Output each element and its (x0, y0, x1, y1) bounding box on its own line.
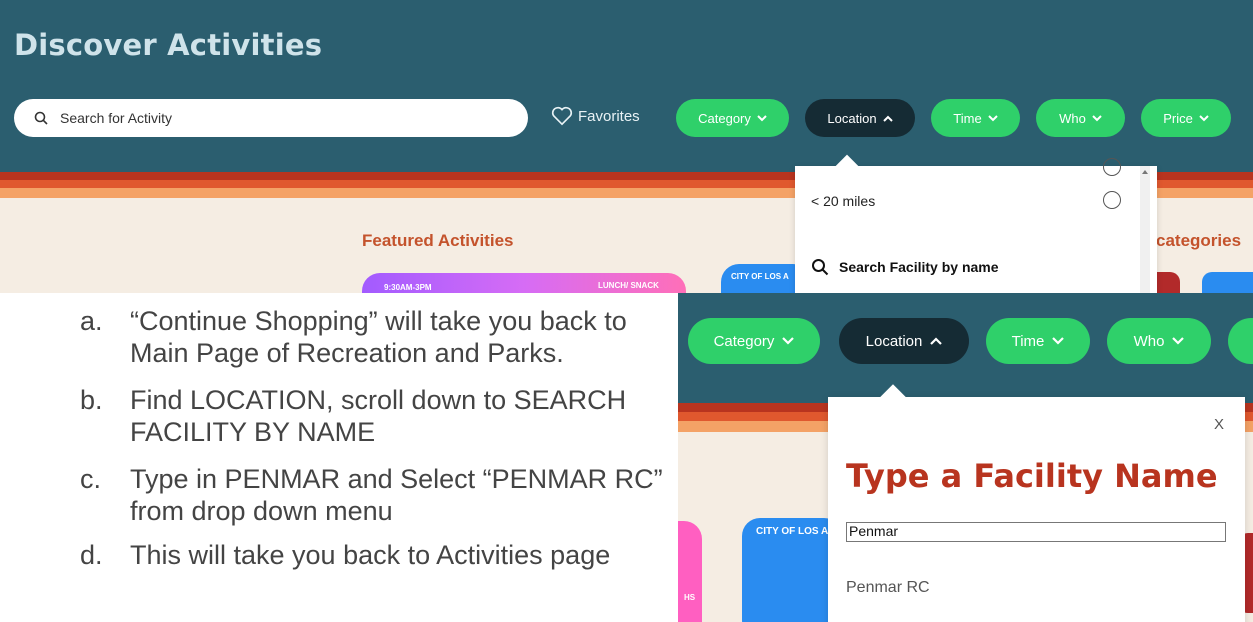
filter-price[interactable]: Price (1141, 99, 1231, 137)
bottom-screenshot: Category Location Time Who HS CITY OF LO… (678, 293, 1253, 622)
filter-category[interactable]: Category (676, 99, 789, 137)
step-letter: c. (80, 464, 102, 494)
step-text: “Continue Shopping” will take you back t… (130, 306, 627, 368)
card-label: CITY OF LOS A (731, 272, 789, 281)
facility-suggestion[interactable]: Penmar RC (846, 579, 930, 597)
chevron-down-icon (1199, 114, 1209, 121)
favorites-label: Favorites (578, 107, 640, 125)
instructions-panel: a. “Continue Shopping” will take you bac… (0, 293, 678, 622)
filter-who-label: Who (1133, 332, 1165, 350)
filter-who[interactable]: Who (1107, 318, 1211, 364)
filter-who[interactable]: Who (1036, 99, 1125, 137)
facility-name-input[interactable]: Penmar (846, 522, 1226, 542)
card-label: 9:30AM-3PM (384, 283, 432, 292)
search-placeholder: Search for Activity (60, 110, 173, 126)
filter-time[interactable]: Time (986, 318, 1090, 364)
filter-category[interactable]: Category (688, 318, 820, 364)
category-card[interactable] (1202, 272, 1253, 293)
filter-location-label: Location (865, 332, 923, 350)
chevron-down-icon (1172, 337, 1185, 345)
instruction-step: a. “Continue Shopping” will take you bac… (80, 305, 680, 369)
search-icon (34, 111, 48, 125)
chevron-up-icon (882, 115, 893, 122)
card-label: LUNCH/ SNACK (598, 281, 659, 290)
filter-time-label: Time (953, 110, 982, 126)
step-letter: b. (80, 385, 103, 415)
chevron-down-icon (1052, 337, 1065, 345)
facility-modal: X Type a Facility Name Penmar Penmar RC (828, 384, 1245, 622)
favorites-button[interactable]: Favorites (551, 106, 640, 126)
featured-card[interactable]: 9:30AM-3PM LUNCH/ SNACK (362, 273, 686, 293)
distance-option-label[interactable]: < 20 miles (811, 193, 875, 209)
page-title: Discover Activities (14, 28, 323, 62)
featured-card[interactable]: HS (678, 521, 702, 622)
card-label: HS (684, 593, 696, 602)
step-letter: a. (80, 306, 103, 336)
radio-button[interactable] (1103, 158, 1121, 176)
filter-time[interactable]: Time (931, 99, 1020, 137)
close-button[interactable]: X (1214, 416, 1224, 433)
chevron-down-icon (757, 114, 767, 121)
search-icon (812, 259, 829, 276)
step-letter: d. (80, 540, 103, 570)
chevron-down-icon (1092, 114, 1102, 121)
instruction-step: c. Type in PENMAR and Select “PENMAR RC”… (80, 463, 680, 527)
radio-button[interactable] (1103, 191, 1121, 209)
instruction-step: d. This will take you back to Activities… (80, 539, 680, 571)
filter-time-label: Time (1011, 332, 1045, 350)
filter-location-label: Location (827, 110, 877, 126)
filter-location[interactable]: Location (839, 318, 969, 364)
top-screenshot: Discover Activities Search for Activity … (0, 0, 1253, 293)
step-text: Type in PENMAR and Select “PENMAR RC” fr… (130, 464, 663, 526)
modal-title: Type a Facility Name (846, 457, 1218, 495)
filter-category-label: Category (698, 110, 751, 126)
featured-heading: Featured Activities (362, 231, 514, 250)
search-facility-option[interactable]: Search Facility by name (811, 258, 999, 276)
categories-heading: categories (1156, 231, 1242, 250)
instruction-step: b. Find LOCATION, scroll down to SEARCH … (80, 384, 680, 448)
search-input[interactable]: Search for Activity (14, 99, 528, 137)
scroll-up-icon (1142, 170, 1148, 174)
location-dropdown: < 20 miles Search Facility by name (795, 154, 1157, 293)
chevron-down-icon (987, 114, 998, 121)
step-text: This will take you back to Activities pa… (130, 540, 611, 570)
search-facility-label: Search Facility by name (839, 259, 999, 275)
chevron-up-icon (930, 337, 943, 345)
chevron-down-icon (782, 337, 795, 345)
step-text: Find LOCATION, scroll down to SEARCH FAC… (130, 385, 627, 447)
filter-location[interactable]: Location (805, 99, 915, 137)
scrollbar[interactable] (1140, 166, 1150, 293)
filter-price-label: Price (1163, 110, 1193, 126)
heart-icon (551, 106, 573, 126)
card-label: CITY OF LOS A (756, 526, 829, 537)
featured-card[interactable]: CITY OF LOS A (742, 518, 842, 622)
header-band (0, 0, 1253, 172)
filter-who-label: Who (1059, 110, 1086, 126)
filter-category-label: Category (713, 332, 775, 350)
